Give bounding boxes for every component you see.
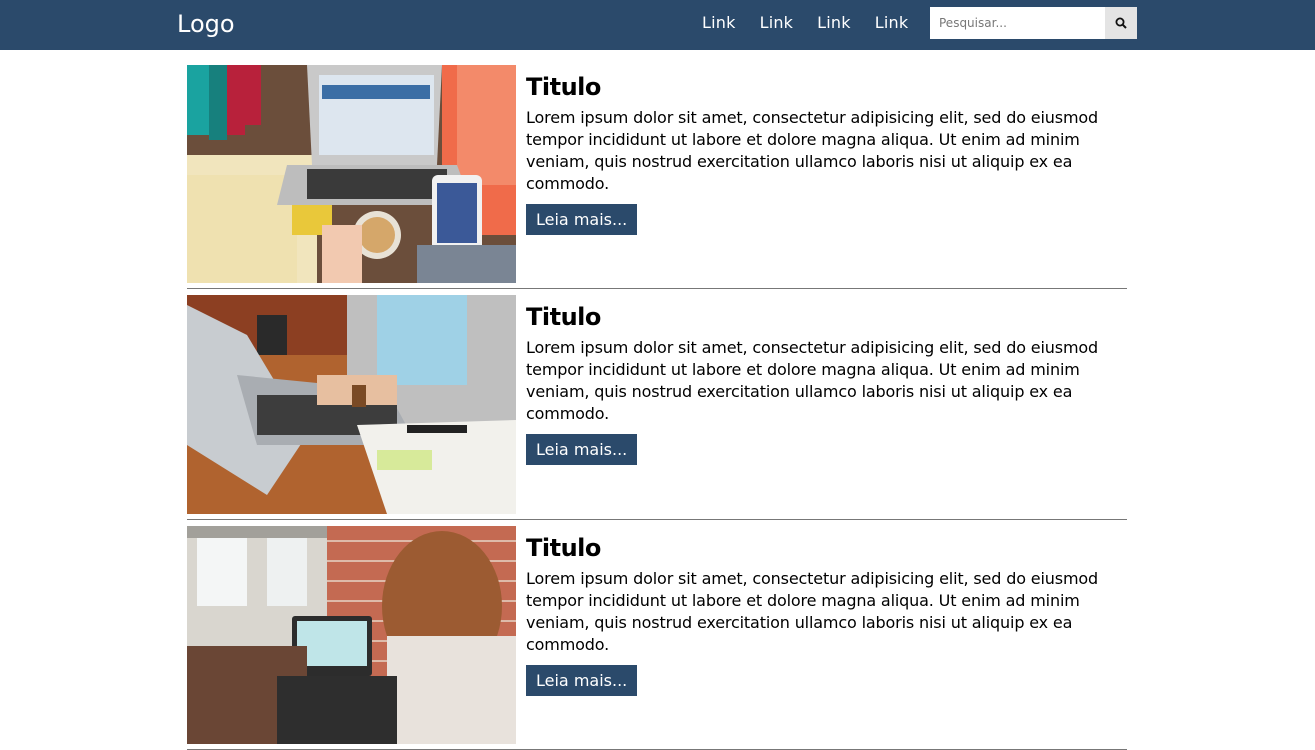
post-item: Titulo Lorem ipsum dolor sit amet, conse… [187,526,1127,750]
navbar: Logo Link Link Link Link [0,0,1315,50]
search-icon [1115,17,1127,29]
search-input[interactable] [930,7,1105,39]
post-image-desk-laptop [187,65,516,283]
logo[interactable]: Logo [177,9,235,39]
read-more-button[interactable]: Leia mais... [526,665,638,696]
read-more-button[interactable]: Leia mais... [526,434,638,465]
nav-links: Link Link Link Link [690,12,920,34]
post-text: Lorem ipsum dolor sit amet, consectetur … [526,108,1099,193]
nav-link-2[interactable]: Link [748,12,806,34]
post-body: Titulo Lorem ipsum dolor sit amet, conse… [516,526,1127,749]
post-body: Titulo Lorem ipsum dolor sit amet, conse… [516,295,1127,519]
post-list: Titulo Lorem ipsum dolor sit amet, conse… [187,65,1127,750]
post-item: Titulo Lorem ipsum dolor sit amet, conse… [187,65,1127,289]
post-image-brick-wall [187,526,516,744]
post-body: Titulo Lorem ipsum dolor sit amet, conse… [516,65,1127,288]
nav-link-4[interactable]: Link [863,12,921,34]
post-title: Titulo [526,303,601,331]
nav-link-3[interactable]: Link [805,12,863,34]
post-item: Titulo Lorem ipsum dolor sit amet, conse… [187,295,1127,520]
post-title: Titulo [526,534,601,562]
post-text: Lorem ipsum dolor sit amet, consectetur … [526,338,1099,423]
read-more-button[interactable]: Leia mais... [526,204,638,235]
search-form [930,7,1137,39]
post-title: Titulo [526,73,601,101]
search-button[interactable] [1105,7,1137,39]
post-text: Lorem ipsum dolor sit amet, consectetur … [526,569,1099,654]
post-image-typing-laptop [187,295,516,514]
nav-link-1[interactable]: Link [690,12,748,34]
